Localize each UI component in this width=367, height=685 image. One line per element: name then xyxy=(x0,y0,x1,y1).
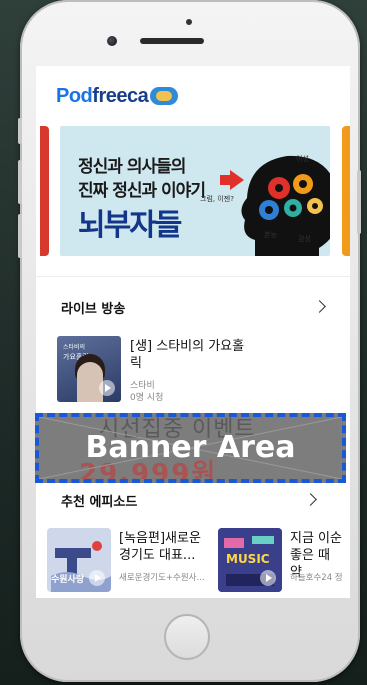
hero-line-2: 진짜 정신과 이야기 xyxy=(78,181,206,201)
live-item-title[interactable]: [생] 스타비의 가요홀릭 xyxy=(130,338,250,372)
play-icon[interactable] xyxy=(99,380,115,396)
banner-label: Banner Area xyxy=(85,430,296,465)
hero-scribble-emotion: 감성 xyxy=(298,235,311,243)
carousel-next-slide[interactable] xyxy=(342,126,350,256)
live-section-title: 라이브 방송 xyxy=(61,302,126,317)
side-button-left-2 xyxy=(18,160,22,204)
live-thumb-text-a: 스타비의 xyxy=(63,344,86,351)
episodes-section-title: 추천 에피소드 xyxy=(61,495,138,510)
episode-2-sub: 하늘호수24 정 xyxy=(290,573,343,583)
hero-scribble-reason: 이성 xyxy=(296,155,309,163)
hero-title: 뇌부자들 xyxy=(78,208,182,243)
home-button[interactable] xyxy=(164,614,210,660)
side-button-left-1 xyxy=(18,118,22,144)
podfreeca-logo[interactable]: Pod freeca xyxy=(56,84,179,108)
banner-area[interactable]: 시선집중 이벤트 29,999원 Banner Area xyxy=(35,413,346,483)
side-button-left-3 xyxy=(18,214,22,258)
play-icon[interactable] xyxy=(89,570,105,586)
side-button-right xyxy=(357,170,361,234)
live-thumbnail[interactable]: 스타비의 가요홀릭 xyxy=(57,336,121,402)
episode-1-title-text: [녹음편]새로운 경기도 대표... xyxy=(119,531,201,563)
hero-scribble-instinct: 본능 xyxy=(264,231,277,239)
episode-1-title[interactable]: [녹음편]새로운 경기도 대표... xyxy=(119,530,211,564)
live-more-chevron-icon[interactable] xyxy=(313,300,326,313)
episode-thumbnail-2[interactable]: MUSIC xyxy=(218,528,282,592)
front-camera xyxy=(107,36,117,46)
brain-gears-illustration xyxy=(241,155,330,256)
carousel-prev-slide[interactable] xyxy=(40,126,49,256)
hero-slide[interactable]: 정신과 의사들의 진짜 정신과 이야기 뇌부자들 이성 그럼, 이젠? 감성 본… xyxy=(60,126,330,256)
episodes-more-chevron-icon[interactable] xyxy=(304,493,317,506)
episode-thumbnail-1[interactable]: 수원사랑 xyxy=(47,528,111,592)
episode-1-sub: 새로운경기도+수원사... xyxy=(119,573,205,583)
episode-1-thumb-text: 수원사랑 xyxy=(51,575,85,585)
play-icon[interactable] xyxy=(260,570,276,586)
host-avatar xyxy=(77,362,103,402)
hero-carousel[interactable]: 정신과 의사들의 진짜 정신과 이야기 뇌부자들 이성 그럼, 이젠? 감성 본… xyxy=(36,122,350,260)
logo-freeca-text: freeca xyxy=(92,84,149,107)
logo-badge-icon xyxy=(150,87,179,105)
episode-2-thumb-text: MUSIC xyxy=(226,552,270,566)
hero-scribble-question: 그럼, 이젠? xyxy=(200,195,234,203)
section-divider xyxy=(36,276,350,277)
live-item-viewers: 0명 시청 xyxy=(130,393,164,403)
app-screen: Pod freeca 정신과 의사들의 진짜 정신과 이야기 뇌부자들 이성 그… xyxy=(36,66,350,598)
earpiece-speaker xyxy=(140,38,204,44)
logo-pod-text: Pod xyxy=(56,84,93,107)
proximity-sensor xyxy=(186,19,192,25)
hero-line-1: 정신과 의사들의 xyxy=(78,157,186,177)
